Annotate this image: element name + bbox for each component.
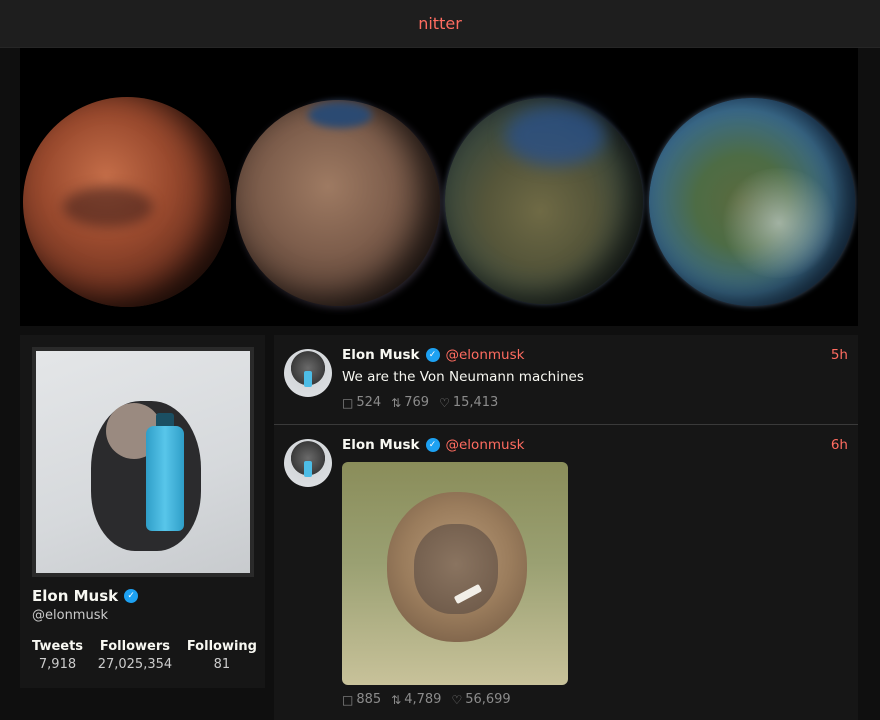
gin-bottle bbox=[146, 426, 184, 531]
reply-count: □ 885 bbox=[342, 692, 381, 707]
tweet-timestamp[interactable]: 5h bbox=[831, 347, 848, 363]
stat-label: Followers bbox=[99, 639, 170, 654]
comment-icon: □ bbox=[342, 692, 354, 707]
tweet-avatar[interactable] bbox=[284, 439, 332, 487]
stat-value: 7,918 bbox=[38, 657, 77, 672]
like-count-value: 56,699 bbox=[465, 692, 511, 707]
tweet-stats: □ 885 ⇅ 4,789 ♡ 56,699 bbox=[342, 692, 511, 707]
heart-icon: ♡ bbox=[451, 692, 463, 707]
tweet-header: Elon Musk ✓ @elonmusk bbox=[342, 437, 524, 453]
tweet-text: We are the Von Neumann machines bbox=[342, 369, 584, 385]
stat-followers: Followers 27,025,354 bbox=[98, 639, 172, 672]
profile-name[interactable]: Elon Musk ✓ bbox=[32, 587, 139, 605]
tweet-stats: □ 524 ⇅ 769 ♡ 15,413 bbox=[342, 395, 498, 410]
verified-icon: ✓ bbox=[425, 438, 440, 452]
banner-planet-2 bbox=[236, 100, 440, 306]
retweet-icon: ⇅ bbox=[391, 692, 402, 707]
retweet-count: ⇅ 769 bbox=[391, 395, 429, 410]
tweet-media-image[interactable] bbox=[342, 462, 568, 685]
tweet-item[interactable]: Elon Musk ✓ @elonmusk 6h □ 885 ⇅ 4,789 ♡… bbox=[274, 425, 858, 720]
retweet-count: ⇅ 4,789 bbox=[391, 692, 441, 707]
retweet-icon: ⇅ bbox=[391, 395, 402, 410]
verified-icon: ✓ bbox=[425, 348, 440, 362]
like-count: ♡ 56,699 bbox=[451, 692, 510, 707]
tweet-author-handle[interactable]: @elonmusk bbox=[446, 437, 525, 453]
tweet-avatar[interactable] bbox=[284, 349, 332, 397]
stat-label: Following bbox=[186, 639, 257, 654]
stat-tweets: Tweets 7,918 bbox=[32, 639, 83, 672]
stat-value: 27,025,354 bbox=[97, 657, 173, 672]
comment-icon: □ bbox=[342, 395, 354, 410]
tweet-timestamp[interactable]: 6h bbox=[831, 437, 848, 453]
stat-label: Tweets bbox=[32, 639, 84, 654]
top-navbar: nitter bbox=[0, 0, 880, 48]
profile-name-text: Elon Musk bbox=[32, 587, 119, 605]
reply-count-value: 524 bbox=[356, 395, 382, 410]
timeline: Elon Musk ✓ @elonmusk 5h We are the Von … bbox=[274, 335, 858, 720]
banner-planet-1 bbox=[23, 97, 231, 307]
heart-icon: ♡ bbox=[439, 395, 450, 410]
tweet-header: Elon Musk ✓ @elonmusk bbox=[342, 347, 524, 363]
tweet-author-handle[interactable]: @elonmusk bbox=[446, 347, 525, 363]
retweet-count-value: 4,789 bbox=[404, 692, 442, 707]
profile-handle[interactable]: @elonmusk bbox=[32, 608, 108, 623]
profile-stats: Tweets 7,918 Followers 27,025,354 Follow… bbox=[32, 639, 257, 672]
tweet-author-name[interactable]: Elon Musk bbox=[342, 347, 420, 363]
stat-value: 81 bbox=[213, 657, 231, 672]
profile-card: Elon Musk ✓ @elonmusk Tweets 7,918 Follo… bbox=[20, 335, 265, 688]
banner-planet-3 bbox=[445, 98, 643, 304]
tweet-author-name[interactable]: Elon Musk bbox=[342, 437, 420, 453]
profile-banner[interactable] bbox=[20, 48, 858, 326]
profile-avatar[interactable] bbox=[32, 347, 254, 577]
reply-count-value: 885 bbox=[356, 692, 382, 707]
banner-planet-4 bbox=[649, 98, 855, 306]
retweet-count-value: 769 bbox=[404, 395, 430, 410]
stat-following: Following 81 bbox=[187, 639, 257, 672]
tweet-item[interactable]: Elon Musk ✓ @elonmusk 5h We are the Von … bbox=[274, 335, 858, 425]
verified-icon: ✓ bbox=[124, 589, 139, 603]
avatar-image bbox=[36, 351, 250, 573]
brand-logo-link[interactable]: nitter bbox=[418, 14, 462, 33]
reply-count: □ 524 bbox=[342, 395, 381, 410]
like-count-value: 15,413 bbox=[452, 395, 499, 410]
like-count: ♡ 15,413 bbox=[439, 395, 498, 410]
